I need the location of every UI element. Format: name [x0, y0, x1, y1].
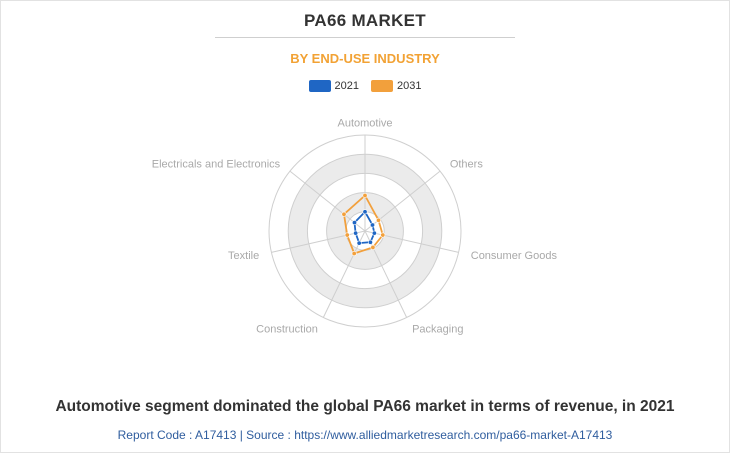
axis-label: Construction — [256, 324, 318, 336]
axis-label: Electricals and Electronics — [152, 158, 281, 170]
data-point-2031 — [376, 217, 382, 223]
axis-label: Others — [450, 158, 484, 170]
legend-label-2031: 2031 — [397, 80, 422, 92]
data-point-2031 — [344, 232, 350, 238]
data-point-2031 — [341, 211, 347, 217]
data-point-2021 — [351, 220, 357, 226]
data-point-2021 — [353, 230, 359, 236]
report-source-link[interactable]: Report Code : A17413 | Source : https://… — [0, 428, 730, 442]
legend: 2021 2031 — [0, 79, 730, 93]
data-point-2031 — [362, 192, 368, 198]
axis-label: Packaging — [412, 324, 463, 336]
data-point-2031 — [380, 232, 386, 238]
data-point-2021 — [362, 209, 368, 215]
data-point-2031 — [351, 250, 357, 256]
legend-item-2021[interactable]: 2021 — [308, 80, 359, 92]
data-point-2021 — [370, 222, 376, 228]
axis-label: Automotive — [337, 118, 392, 130]
chart-caption: Automotive segment dominated the global … — [55, 398, 675, 415]
radar-chart: Automotive Others Consumer Goods Packaging C… — [152, 118, 558, 336]
data-point-2021 — [371, 230, 377, 236]
data-point-2031 — [370, 244, 376, 250]
axis-label: Consumer Goods — [471, 250, 558, 262]
data-point-2021 — [367, 239, 373, 245]
data-point-2021 — [356, 240, 362, 246]
axis-label: Textile — [228, 250, 259, 262]
legend-label-2021: 2021 — [334, 80, 359, 92]
legend-swatch-2031 — [371, 80, 393, 92]
legend-item-2031[interactable]: 2031 — [371, 80, 421, 92]
legend-swatch-2021 — [308, 80, 331, 92]
